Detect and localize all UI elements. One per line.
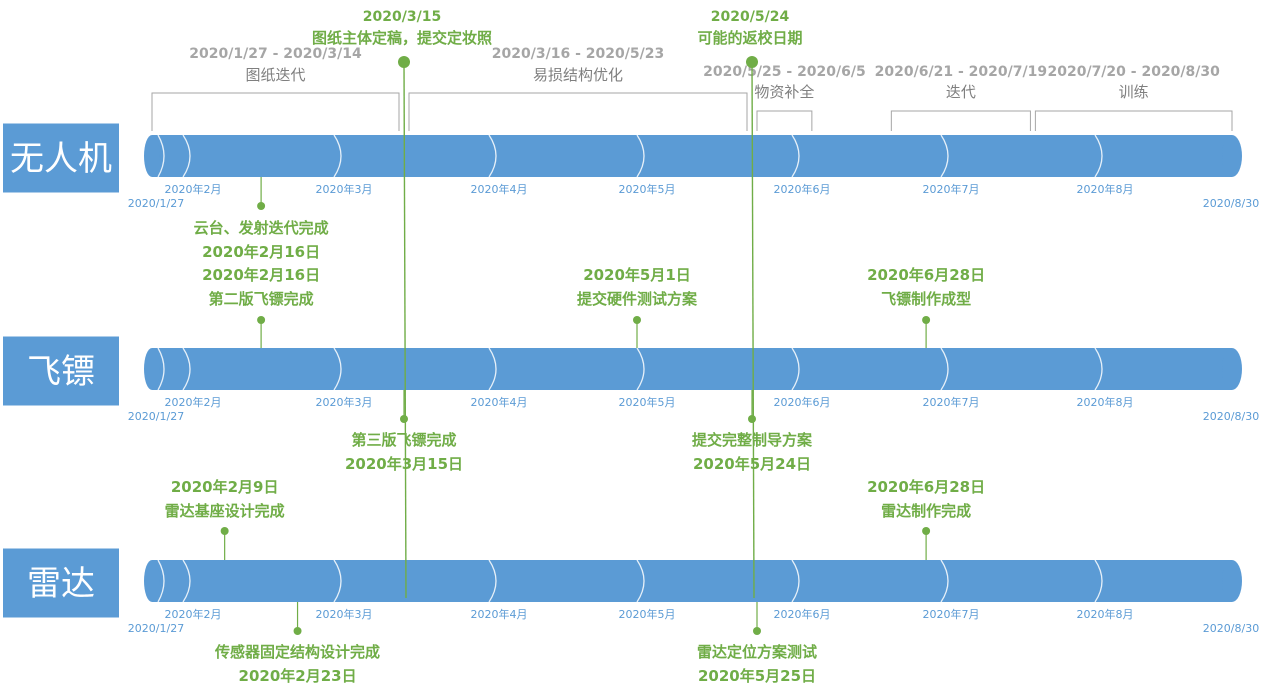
phase-name: 图纸迭代: [245, 66, 305, 84]
end-date-label: 2020/8/30: [1203, 197, 1259, 210]
global-milestone-text: 图纸主体定稿，提交定妆照: [312, 29, 492, 47]
milestone-dot: [748, 415, 756, 423]
phase-dates: 2020/5/25 - 2020/6/5: [703, 64, 866, 80]
end-date-label: 2020/8/30: [1203, 410, 1259, 423]
bar-end-cap: [1222, 560, 1242, 602]
milestone-dot: [922, 527, 931, 535]
track-label: 飞镖: [27, 352, 95, 392]
milestone-label: 2020年2月16日: [202, 266, 320, 284]
milestone-dot: [753, 627, 761, 635]
milestone-label: 2020年2月16日: [202, 243, 320, 261]
milestone-label: 第三版飞镖完成: [351, 431, 456, 449]
timeline-bar: [152, 348, 1232, 390]
start-date-label: 2020/1/27: [128, 410, 184, 423]
global-milestone-date: 2020/3/15: [363, 9, 441, 25]
month-tick-label: 2020年8月: [1077, 607, 1134, 621]
global-milestone-dot: [398, 56, 410, 68]
milestone-label: 云台、发射迭代完成: [194, 219, 329, 237]
milestone-label: 飞镖制作成型: [881, 290, 971, 308]
bar-end-cap: [1222, 348, 1242, 390]
milestone-label: 2020年2月9日: [171, 478, 279, 496]
month-tick-label: 2020年2月: [165, 182, 222, 196]
milestone-dot: [633, 316, 641, 324]
track-labels: 无人机飞镖雷达: [3, 123, 119, 618]
phase-bracket: [890, 110, 1031, 131]
bar-end-cap: [1222, 135, 1242, 177]
milestone-label: 2020年2月23日: [239, 667, 357, 685]
month-tick-label: 2020年6月: [774, 182, 831, 196]
milestone-label: 2020年6月28日: [867, 478, 985, 496]
month-tick-label: 2020年3月: [316, 182, 373, 196]
track-label: 雷达: [27, 564, 95, 604]
bar-start-cap: [144, 560, 160, 602]
timeline-bar: [152, 560, 1232, 602]
end-date-label: 2020/8/30: [1203, 622, 1259, 635]
milestone-label: 雷达定位方案测试: [697, 643, 817, 661]
start-date-label: 2020/1/27: [128, 197, 184, 210]
month-tick-label: 2020年3月: [316, 395, 373, 409]
milestone-dot: [220, 527, 229, 535]
track-bars: 2020年2月 2020年3月 2020年4月 2020年5月 2020年6月 2020年…: [128, 134, 1259, 635]
milestone-label: 2020年5月1日: [583, 266, 691, 284]
milestone-label: 雷达制作完成: [881, 502, 971, 520]
milestone-label: 第二版飞镖完成: [209, 290, 314, 308]
milestone-dot: [257, 202, 266, 210]
month-tick-label: 2020年4月: [471, 182, 528, 196]
month-tick-label: 2020年5月: [619, 182, 676, 196]
bar-start-cap: [144, 348, 160, 390]
month-tick-label: 2020年7月: [923, 182, 980, 196]
global-milestone-text: 可能的返校日期: [697, 29, 802, 47]
milestone-layer: 云台、发射迭代完成 2020年2月16日 2020年2月16日第二版飞镖完成 2020…: [165, 177, 985, 685]
phase-bracket: [1034, 110, 1233, 131]
month-tick-label: 2020年5月: [619, 395, 676, 409]
phase-dates: 2020/3/16 - 2020/5/23: [492, 46, 664, 62]
milestone-dot: [293, 627, 302, 635]
phase-bracket: [756, 110, 813, 131]
month-tick-label: 2020年4月: [471, 395, 528, 409]
milestone-label: 2020年5月25日: [698, 667, 816, 685]
phase-name: 训练: [1119, 83, 1149, 101]
phase-name: 物资补全: [754, 83, 814, 101]
milestone-dot: [400, 415, 408, 423]
phase-dates: 2020/7/20 - 2020/8/30: [1047, 64, 1220, 80]
global-milestone-dot: [746, 56, 758, 68]
month-tick-label: 2020年7月: [923, 607, 980, 621]
track-label: 无人机: [10, 139, 112, 179]
month-tick-label: 2020年2月: [165, 395, 222, 409]
phase-name: 易损结构优化: [533, 66, 623, 84]
month-tick-label: 2020年8月: [1077, 395, 1134, 409]
global-milestone-date: 2020/5/24: [711, 9, 790, 25]
month-tick-label: 2020年3月: [316, 607, 373, 621]
month-tick-label: 2020年6月: [774, 395, 831, 409]
milestone-label: 提交完整制导方案: [692, 431, 813, 449]
milestone-label: 2020年5月24日: [693, 455, 811, 473]
timeline-bar: [152, 135, 1232, 177]
milestone-label: 2020年6月28日: [867, 266, 985, 284]
month-tick-label: 2020年4月: [471, 607, 528, 621]
global-milestone-layer: 2020/3/15 图纸主体定稿，提交定妆照 2020/5/24 可能的返校日期: [312, 9, 803, 599]
phase-dates: 2020/6/21 - 2020/7/19: [875, 64, 1047, 80]
month-tick-label: 2020年6月: [774, 607, 831, 621]
phase-bracket: [408, 92, 748, 131]
phase-dates: 2020/1/27 - 2020/3/14: [189, 46, 362, 62]
start-date-label: 2020/1/27: [128, 622, 184, 635]
milestone-label: 传感器固定结构设计完成: [214, 643, 380, 661]
month-tick-label: 2020年7月: [923, 395, 980, 409]
milestone-label: 2020年3月15日: [345, 455, 463, 473]
milestone-label: 提交硬件测试方案: [577, 290, 698, 308]
milestone-label: 雷达基座设计完成: [165, 502, 285, 520]
milestone-dot: [257, 316, 266, 324]
bar-start-cap: [144, 135, 160, 177]
milestone-dot: [922, 316, 931, 324]
phase-bracket: [151, 92, 400, 131]
month-tick-label: 2020年2月: [165, 607, 222, 621]
phase-name: 迭代: [946, 83, 976, 101]
timeline-diagram: 2020/1/27 - 2020/3/14 图纸迭代 2020/3/16 - 202…: [3, 9, 1259, 685]
month-tick-label: 2020年8月: [1077, 182, 1134, 196]
month-tick-label: 2020年5月: [619, 607, 676, 621]
